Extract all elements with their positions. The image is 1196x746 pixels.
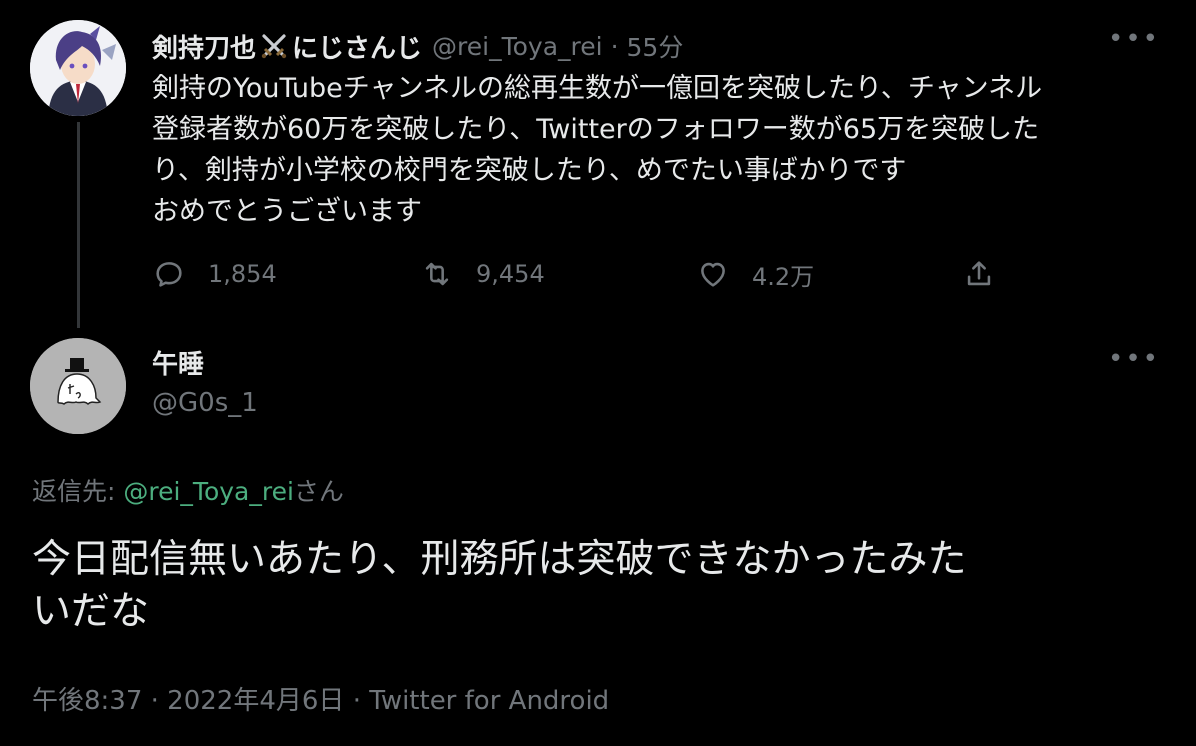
retweet-count: 9,454 [476,260,545,288]
tweet-text-line: おめでとうございます [152,196,422,227]
like-count: 4.2万 [752,262,815,291]
anime-character-avatar-icon [30,20,126,116]
share-button[interactable] [962,252,1018,296]
reply-icon [156,262,182,287]
reply-author-handle[interactable]: @G0s_1 [152,388,258,418]
author-display-name[interactable]: 剣持刀也 [152,28,256,65]
replying-to: 返信先: @rei_Toya_reiさん [32,472,344,508]
reply-author-avatar[interactable] [30,338,126,434]
author-handle[interactable]: @rei_Toya_rei [432,32,603,61]
reply-button[interactable]: 1,854 [152,252,277,296]
replying-to-mention[interactable]: @rei_Toya_rei [123,477,294,506]
tweet-metadata: 午後8:37 · 2022年4月6日 · Twitter for Android [32,680,609,717]
more-options-button[interactable]: ••• [1108,24,1160,54]
share-icon [967,261,991,286]
reply-more-options-button[interactable]: ••• [1108,344,1160,374]
author-avatar[interactable] [30,20,126,116]
like-button[interactable]: 4.2万 [696,252,814,296]
replying-to-prefix: 返信先: [32,477,124,506]
parent-tweet-text: 剣持のYouTubeチャンネルの総再生数が一億回を突破したり、チャンネル 登録者… [152,68,1162,232]
retweet-icon [425,262,449,286]
tweet-client-link[interactable]: Twitter for Android [369,686,609,716]
reply-author-display-name[interactable]: 午睡 [152,344,204,381]
reply-text-line: いだな [32,589,150,634]
tweet-text-line: 剣持のYouTubeチャンネルの総再生数が一億回を突破したり、チャンネル [152,73,1043,104]
tweet-text-line: 登録者数が60万を突破したり、Twitterのフォロワー数が65万を突破した [152,114,1040,145]
like-icon [701,262,725,287]
thread-connector-line [77,122,80,328]
swords-emoji-icon [261,34,287,59]
header-separator: · [610,31,619,61]
reply-tweet-text: 今日配信無いあたり、刑務所は突破できなかったみた いだな [32,534,1162,638]
ghost-with-top-hat-avatar-icon [30,338,126,434]
author-display-name-suffix[interactable]: にじさんじ [292,28,422,65]
tweet-action-bar: 1,854 9,454 4.2万 [152,252,1052,296]
reply-count: 1,854 [208,260,277,288]
parent-tweet-header: 剣持刀也 にじさんじ @rei_Toya_rei · 55分 [152,26,683,66]
tweet-time[interactable]: 55分 [627,28,684,64]
tweet-timestamp[interactable]: 午後8:37 · 2022年4月6日 · [32,686,369,716]
tweet-text-line: り、剣持が小学校の校門を突破したり、めでたい事ばかりです [152,155,907,186]
reply-text-line: 今日配信無いあたり、刑務所は突破できなかったみた [32,537,967,582]
retweet-button[interactable]: 9,454 [420,252,545,296]
replying-to-suffix: さん [293,477,344,506]
